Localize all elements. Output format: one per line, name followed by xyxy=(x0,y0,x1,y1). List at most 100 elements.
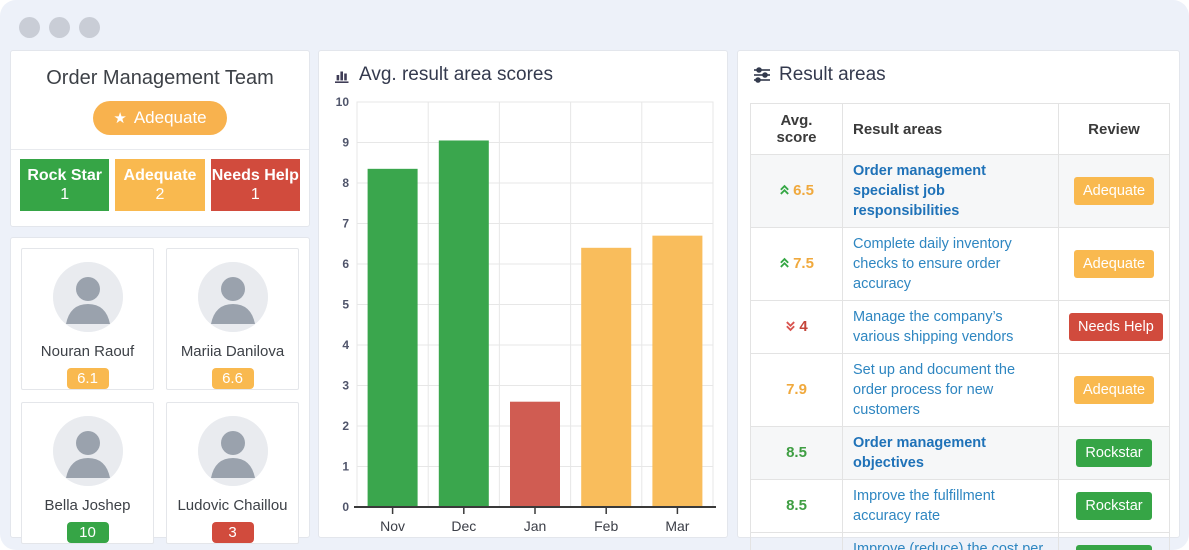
review-cell: Rockstar xyxy=(1058,426,1170,480)
result-area-row[interactable]: 8.5 Improve (reduce) the cost per order Ro… xyxy=(750,532,1170,550)
review-badge: Adequate xyxy=(1073,177,1155,205)
bar-mar[interactable] xyxy=(652,235,703,507)
y-tick-label: 0 xyxy=(342,500,349,514)
result-area-row[interactable]: 7.5 Complete daily inventory checks to en… xyxy=(750,227,1170,301)
member-score-badge: 6.6 xyxy=(211,368,254,389)
review-badge: Rockstar xyxy=(1076,492,1152,520)
y-tick-label: 9 xyxy=(342,136,349,150)
x-tick-label: Feb xyxy=(594,518,618,534)
sliders-icon xyxy=(754,67,770,83)
y-tick-label: 1 xyxy=(342,460,349,474)
avg-score-value: 8.5 xyxy=(786,496,807,514)
avg-score-value: 7.9 xyxy=(786,380,807,398)
review-badge: Adequate xyxy=(1073,250,1155,278)
star-icon: ★ xyxy=(113,109,127,127)
result-area-row[interactable]: 6.5 Order management specialist job respo… xyxy=(750,154,1170,228)
window-control-dot[interactable] xyxy=(49,17,70,38)
dashboard-window: Order Management Team ★ Adequate Rock St… xyxy=(0,0,1189,550)
team-summary-panel: Order Management Team ★ Adequate Rock St… xyxy=(10,50,310,227)
result-area-row[interactable]: 8.5 Order management objectives Rockstar xyxy=(750,426,1170,480)
x-tick-label: Mar xyxy=(665,518,689,534)
rating-tile-rock-star[interactable]: Rock Star 1 xyxy=(20,159,110,211)
avg-score-cell: 7.5 xyxy=(750,227,843,301)
review-badge: Rockstar xyxy=(1076,545,1152,550)
member-avatar xyxy=(197,416,268,486)
rating-tile-count: 1 xyxy=(60,185,70,203)
rating-tile-label: Rock Star xyxy=(27,166,103,184)
avg-scores-chart-panel: Avg. result area scores 0 1 2 3 4 5 6 7 8 9 10 Nov D… xyxy=(318,50,728,538)
review-badge: Adequate xyxy=(1073,376,1155,404)
bar-dec[interactable] xyxy=(438,140,489,507)
y-tick-label: 8 xyxy=(342,176,349,190)
team-title: Order Management Team xyxy=(46,67,274,89)
member-avatar xyxy=(52,416,123,486)
avg-score-cell: 8.5 xyxy=(750,532,843,550)
member-card[interactable]: Bella Joshep 10 xyxy=(21,402,154,544)
avg-score-value: 4 xyxy=(799,317,808,335)
y-tick-label: 7 xyxy=(342,217,349,231)
chart-title: Avg. result area scores xyxy=(359,64,553,85)
avg-score-value: 8.5 xyxy=(786,443,807,461)
avg-score-cell: 4 xyxy=(750,300,843,354)
bar-chart-icon xyxy=(335,71,349,83)
column-header-review: Review xyxy=(1058,103,1170,155)
result-area-cell: Manage the company’s various shipping ve… xyxy=(842,300,1059,354)
avg-score-value: 6.5 xyxy=(793,181,814,199)
review-cell: Rockstar xyxy=(1058,479,1170,533)
result-area-link[interactable]: Complete daily inventory checks to ensur… xyxy=(853,236,1012,292)
result-area-link[interactable]: Improve the fulfillment accuracy rate xyxy=(853,488,995,524)
window-control-dot[interactable] xyxy=(19,17,40,38)
result-area-cell: Set up and document the order process fo… xyxy=(842,353,1059,427)
result-area-cell: Complete daily inventory checks to ensur… xyxy=(842,227,1059,301)
result-area-row[interactable]: 7.9 Set up and document the order process… xyxy=(750,353,1170,427)
column-header-result-areas: Result areas xyxy=(842,103,1059,155)
avg-score-value: 7.5 xyxy=(793,254,814,272)
review-cell: Rockstar xyxy=(1058,532,1170,550)
bar-nov[interactable] xyxy=(367,168,418,507)
result-areas-title: Result areas xyxy=(779,64,886,85)
avg-score-cell: 8.5 xyxy=(750,426,843,480)
y-tick-label: 6 xyxy=(342,257,349,271)
bar-jan[interactable] xyxy=(510,401,560,507)
rating-summary-tiles: Rock Star 1 Adequate 2 Needs Help 1 xyxy=(11,150,309,220)
rating-tile-count: 1 xyxy=(250,185,260,203)
member-card[interactable]: Ludovic Chaillou 3 xyxy=(166,402,299,544)
rating-tile-label: Needs Help xyxy=(211,166,299,184)
rating-tile-count: 2 xyxy=(155,185,165,203)
member-name: Ludovic Chaillou xyxy=(177,497,288,514)
result-area-link[interactable]: Manage the company’s various shipping ve… xyxy=(853,309,1013,345)
result-areas-table: Avg. score Result areas Review 6.5 Order ma… xyxy=(750,103,1170,550)
bar-chart: 0 1 2 3 4 5 6 7 8 9 10 Nov Dec Jan Feb Mar xyxy=(319,90,727,541)
result-area-cell: Improve (reduce) the cost per order xyxy=(842,532,1059,550)
review-cell: Adequate xyxy=(1058,227,1170,301)
member-name: Bella Joshep xyxy=(44,497,131,514)
result-area-row[interactable]: 4 Manage the company’s various shipping v… xyxy=(750,300,1170,354)
team-overall-rating-label: Adequate xyxy=(133,108,207,127)
window-controls xyxy=(19,17,100,38)
result-area-link[interactable]: Improve (reduce) the cost per order xyxy=(853,541,1043,550)
y-tick-label: 5 xyxy=(342,298,349,312)
result-area-link[interactable]: Set up and document the order process fo… xyxy=(853,362,1015,418)
review-badge: Needs Help xyxy=(1069,313,1163,341)
result-area-link[interactable]: Order management specialist job responsi… xyxy=(853,163,986,219)
rating-tile-adequate[interactable]: Adequate 2 xyxy=(115,159,205,211)
member-score-badge: 6.1 xyxy=(66,368,109,389)
member-card[interactable]: Mariia Danilova 6.6 xyxy=(166,248,299,390)
trend-up-icon xyxy=(780,184,789,195)
result-area-link[interactable]: Order management objectives xyxy=(853,435,986,471)
y-tick-label: 2 xyxy=(342,419,349,433)
result-area-row[interactable]: 8.5 Improve the fulfillment accuracy rate… xyxy=(750,479,1170,533)
result-area-cell: Order management specialist job responsi… xyxy=(842,154,1059,228)
rating-tile-needs-help[interactable]: Needs Help 1 xyxy=(210,159,300,211)
trend-down-icon xyxy=(786,321,796,331)
bar-feb[interactable] xyxy=(581,247,632,508)
avg-score-cell: 7.9 xyxy=(750,353,843,427)
member-score-badge: 3 xyxy=(211,522,254,543)
window-control-dot[interactable] xyxy=(79,17,100,38)
trend-up-icon xyxy=(780,257,789,268)
x-tick-label: Nov xyxy=(380,518,405,534)
review-cell: Adequate xyxy=(1058,353,1170,427)
member-card[interactable]: Nouran Raouf 6.1 xyxy=(21,248,154,390)
members-grid: Nouran Raouf 6.1 Mariia Danilova 6.6 Bella J… xyxy=(21,248,299,544)
result-areas-panel: Result areas Avg. score Result areas Revie… xyxy=(737,50,1180,550)
